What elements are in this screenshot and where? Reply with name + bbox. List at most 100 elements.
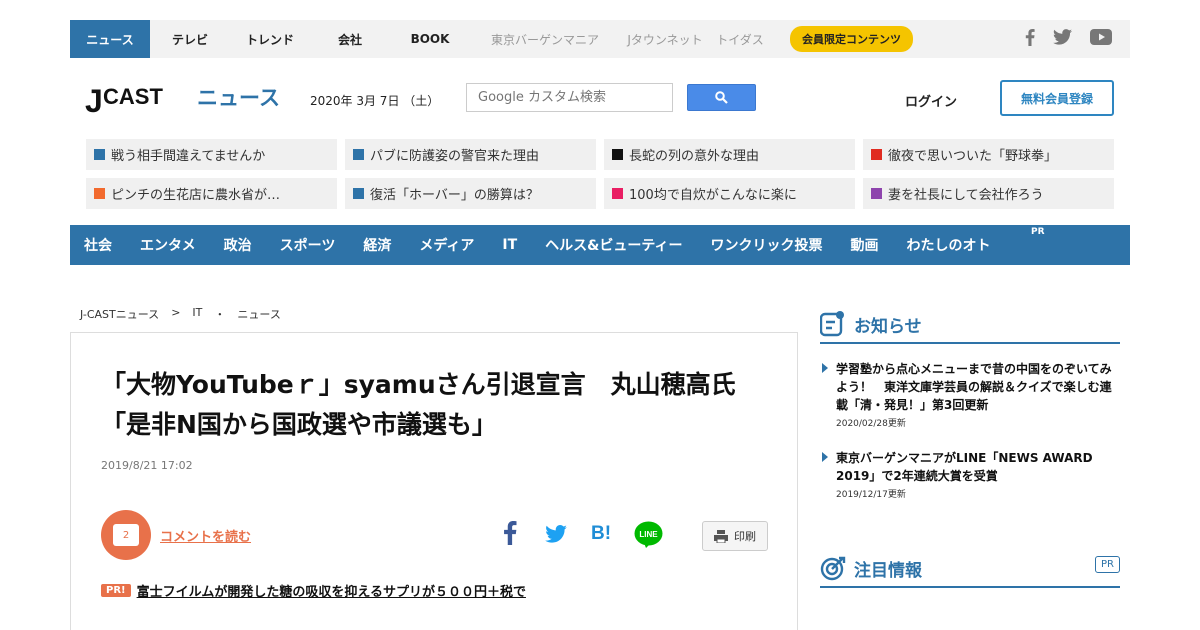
category-watashi-no-oto[interactable]: わたしのオト xyxy=(907,235,991,255)
register-button[interactable]: 無料会員登録 xyxy=(1000,80,1114,116)
facebook-icon[interactable] xyxy=(1025,28,1035,50)
article-date: 2019/8/21 17:02 xyxy=(101,459,193,472)
hatena-bookmark-icon[interactable]: B! xyxy=(591,523,611,545)
headline-link[interactable]: 妻を社長にして会社作ろう xyxy=(863,178,1114,209)
headline-marker xyxy=(94,188,105,199)
search-input[interactable] xyxy=(466,83,673,112)
category-sports[interactable]: スポーツ xyxy=(280,235,336,255)
category-pr-badge: PR xyxy=(1031,227,1045,237)
headline-text: 復活「ホーバー」の勝算は？ xyxy=(370,188,539,203)
twitter-share-icon[interactable] xyxy=(545,525,567,547)
headline-marker xyxy=(871,149,882,160)
article-card: 「大物YouTubeｒ」syamuさん引退宣言 丸山穂高氏「是非N国から国政選や… xyxy=(70,332,798,630)
attention-title: 注目情報 xyxy=(854,560,922,581)
current-date: 2020年 3月 7日 （土） xyxy=(310,94,440,108)
headline-text: 長蛇の列の意外な理由 xyxy=(629,149,760,164)
search-icon xyxy=(715,91,728,104)
line-label: LINE xyxy=(639,530,658,539)
headline-link[interactable]: 長蛇の列の意外な理由 xyxy=(604,139,855,170)
breadcrumb: J-CASTニュース > IT ・ ニュース xyxy=(80,306,281,322)
headline-links: 戦う相手間違えてませんか パブに防護姿の警官来た理由 長蛇の列の意外な理由 徹夜… xyxy=(86,139,1114,209)
headline-link[interactable]: ピンチの生花店に農水省が… xyxy=(86,178,337,209)
notice-item[interactable]: 東京バーゲンマニアがLINE「NEWS AWARD 2019」で2年連続大賞を受… xyxy=(822,449,1120,500)
headline-marker xyxy=(612,188,623,199)
line-share-icon[interactable]: LINE xyxy=(634,521,663,553)
breadcrumb-home[interactable]: J-CASTニュース xyxy=(80,306,159,322)
social-links xyxy=(1025,20,1112,58)
article-title: 「大物YouTubeｒ」syamuさん引退宣言 丸山穂高氏「是非N国から国政選や… xyxy=(101,370,736,439)
headline-text: パブに防護姿の警官来た理由 xyxy=(370,149,540,164)
category-navigation: 社会 エンタメ 政治 スポーツ 経済 メディア IT ヘルス&ビューティー ワン… xyxy=(70,225,1130,265)
arrow-icon xyxy=(822,363,828,373)
attention-pr-badge: PR xyxy=(1095,556,1120,573)
comment-button[interactable]: 2 xyxy=(101,510,151,560)
category-economy[interactable]: 経済 xyxy=(363,235,391,255)
breadcrumb-section[interactable]: IT xyxy=(192,306,202,322)
logo-news: ニュース xyxy=(197,86,280,110)
headline-marker xyxy=(353,188,364,199)
category-media[interactable]: メディア xyxy=(419,235,474,255)
headline-marker xyxy=(353,149,364,160)
member-content-button[interactable]: 会員限定コンテンツ xyxy=(790,26,913,52)
notice-date: 2019/12/17更新 xyxy=(836,490,906,500)
twitter-icon[interactable] xyxy=(1053,29,1072,49)
breadcrumb-separator: ・ xyxy=(214,308,226,321)
headline-marker xyxy=(871,188,882,199)
headline-text: ピンチの生花店に農水省が… xyxy=(111,188,281,203)
category-politics[interactable]: 政治 xyxy=(224,235,252,255)
notice-icon xyxy=(820,311,844,337)
category-health-beauty[interactable]: ヘルス&ビューティー xyxy=(545,235,682,255)
notice-title: お知らせ xyxy=(854,316,922,337)
tab-tv[interactable]: テレビ xyxy=(150,20,230,58)
headline-text: 徹夜で思いついた「野球拳」 xyxy=(888,149,1058,164)
notice-header: お知らせ xyxy=(820,306,1120,344)
headline-link[interactable]: パブに防護姿の警官来た理由 xyxy=(345,139,596,170)
login-link[interactable]: ログイン xyxy=(905,91,957,110)
notice-date: 2020/02/28更新 xyxy=(836,419,906,429)
youtube-icon[interactable] xyxy=(1090,29,1112,49)
target-icon xyxy=(820,556,846,581)
top-navigation-bar: ニュース テレビ トレンド 会社 BOOK 東京バーゲンマニア Jタウンネット … xyxy=(70,20,1130,58)
headline-link[interactable]: 復活「ホーバー」の勝算は？ xyxy=(345,178,596,209)
headline-marker xyxy=(94,149,105,160)
pr-link[interactable]: 富士フイルムが開発した糖の吸収を抑えるサプリが５００円＋税で xyxy=(137,581,526,600)
breadcrumb-sub[interactable]: ニュース xyxy=(237,306,280,322)
comment-count: 2 xyxy=(113,524,139,546)
headline-link[interactable]: 徹夜で思いついた「野球拳」 xyxy=(863,139,1114,170)
headline-text: 妻を社長にして会社作ろう xyxy=(888,188,1044,203)
notice-text: 東京バーゲンマニアがLINE「NEWS AWARD 2019」で2年連続大賞を受… xyxy=(836,451,1093,483)
search-button[interactable] xyxy=(687,84,756,111)
tab-company[interactable]: 会社 xyxy=(310,20,390,58)
print-label: 印刷 xyxy=(734,530,756,543)
headline-link[interactable]: 戦う相手間違えてませんか xyxy=(86,139,337,170)
tab-book[interactable]: BOOK xyxy=(390,20,470,58)
pr-badge: PR! xyxy=(101,584,131,597)
tab-trend[interactable]: トレンド xyxy=(230,20,310,58)
notice-item[interactable]: 学習塾から点心メニューまで昔の中国をのぞいてみよう！ 東洋文庫学芸員の解説＆クイ… xyxy=(822,360,1120,429)
tab-tokyo-bargain-mania[interactable]: 東京バーゲンマニア xyxy=(470,20,620,58)
notice-text: 学習塾から点心メニューまで昔の中国をのぞいてみよう！ 東洋文庫学芸員の解説＆クイ… xyxy=(836,362,1112,412)
jcast-news-logo[interactable]: J CAST ニュース xyxy=(85,78,285,126)
tab-jtown-net[interactable]: Jタウンネット xyxy=(620,20,710,58)
category-video[interactable]: 動画 xyxy=(851,235,879,255)
category-society[interactable]: 社会 xyxy=(84,235,112,255)
headline-link[interactable]: 100均で自炊がこんなに楽に xyxy=(604,178,855,209)
tab-news[interactable]: ニュース xyxy=(70,20,150,58)
read-comments-link[interactable]: コメントを読む xyxy=(160,526,251,545)
category-it[interactable]: IT xyxy=(502,237,517,253)
headline-text: 戦う相手間違えてませんか xyxy=(111,149,266,164)
logo-cast: CAST xyxy=(103,84,163,109)
headline-marker xyxy=(612,149,623,160)
headline-text: 100均で自炊がこんなに楽に xyxy=(629,188,797,203)
facebook-share-icon[interactable] xyxy=(502,521,518,549)
attention-header: 注目情報 PR xyxy=(820,550,1120,588)
print-button[interactable]: 印刷 xyxy=(702,521,768,551)
breadcrumb-separator: > xyxy=(171,306,181,319)
arrow-icon xyxy=(822,452,828,462)
pr-promotion: PR! 富士フイルムが開発した糖の吸収を抑えるサプリが５００円＋税で xyxy=(101,581,526,600)
printer-icon xyxy=(714,529,728,543)
category-one-click-vote[interactable]: ワンクリック投票 xyxy=(711,235,823,255)
category-entertainment[interactable]: エンタメ xyxy=(140,235,196,255)
logo-j: J xyxy=(85,83,103,119)
tab-toidas[interactable]: トイダス xyxy=(710,20,770,58)
